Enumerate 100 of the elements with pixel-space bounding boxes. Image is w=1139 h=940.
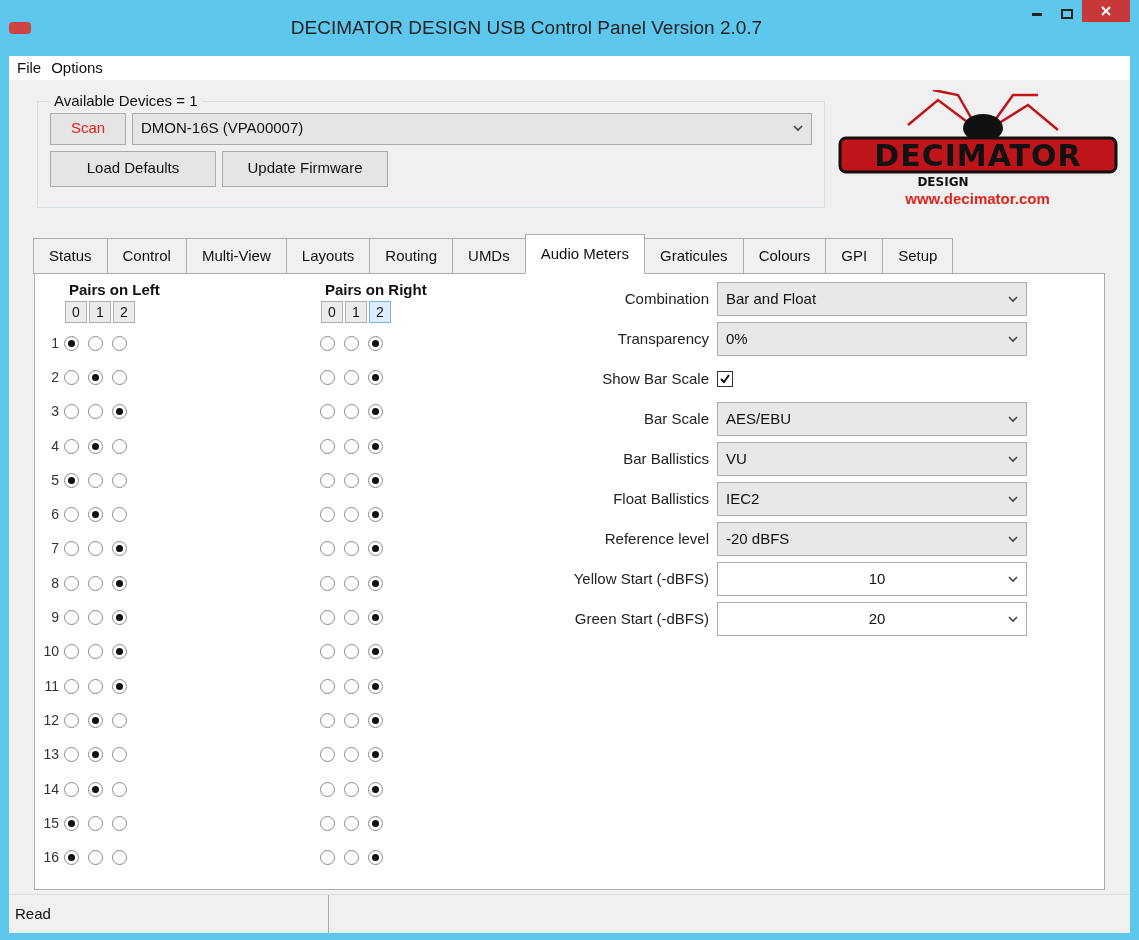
radio-button[interactable]	[367, 507, 383, 523]
radio-button[interactable]	[319, 438, 335, 454]
radio-button[interactable]	[111, 850, 127, 866]
radio-button[interactable]	[367, 712, 383, 728]
radio-button[interactable]	[343, 850, 359, 866]
radio-button[interactable]	[343, 472, 359, 488]
tab[interactable]: Setup	[882, 238, 954, 274]
radio-button[interactable]	[111, 404, 127, 420]
radio-button[interactable]	[87, 815, 103, 831]
pair-header-button[interactable]: 2	[369, 301, 391, 323]
radio-button[interactable]	[63, 438, 79, 454]
radio-button[interactable]	[111, 815, 127, 831]
radio-button[interactable]	[319, 850, 335, 866]
radio-button[interactable]	[63, 507, 79, 523]
radio-button[interactable]	[111, 541, 127, 557]
radio-button[interactable]	[367, 747, 383, 763]
radio-button[interactable]	[343, 369, 359, 385]
radio-button[interactable]	[343, 507, 359, 523]
menu-item[interactable]: Options	[51, 56, 103, 80]
radio-button[interactable]	[343, 335, 359, 351]
radio-button[interactable]	[343, 575, 359, 591]
radio-button[interactable]	[319, 610, 335, 625]
pair-header-button[interactable]: 0	[321, 301, 343, 323]
radio-button[interactable]	[343, 712, 359, 728]
radio-button[interactable]	[319, 747, 335, 763]
radio-button[interactable]	[87, 472, 103, 488]
action-button[interactable]: Load Defaults	[50, 150, 216, 187]
radio-button[interactable]	[111, 644, 127, 660]
radio-button[interactable]	[87, 712, 103, 728]
radio-button[interactable]	[87, 541, 103, 557]
radio-button[interactable]	[111, 438, 127, 454]
dropdown[interactable]: 20	[717, 602, 1027, 636]
radio-button[interactable]	[63, 335, 79, 351]
radio-button[interactable]	[111, 369, 127, 385]
radio-button[interactable]	[367, 781, 383, 797]
radio-button[interactable]	[63, 850, 79, 866]
radio-button[interactable]	[319, 712, 335, 728]
radio-button[interactable]	[63, 747, 79, 763]
radio-button[interactable]	[111, 712, 127, 728]
radio-button[interactable]	[343, 610, 359, 625]
radio-button[interactable]	[111, 781, 127, 797]
radio-button[interactable]	[111, 575, 127, 591]
radio-button[interactable]	[63, 541, 79, 557]
radio-button[interactable]	[87, 507, 103, 523]
radio-button[interactable]	[63, 644, 79, 660]
radio-button[interactable]	[319, 678, 335, 694]
radio-button[interactable]	[63, 404, 79, 420]
radio-button[interactable]	[87, 335, 103, 351]
radio-button[interactable]	[63, 815, 79, 831]
radio-button[interactable]	[343, 747, 359, 763]
radio-button[interactable]	[63, 575, 79, 591]
radio-button[interactable]	[367, 815, 383, 831]
radio-button[interactable]	[87, 438, 103, 454]
radio-button[interactable]	[319, 541, 335, 557]
radio-button[interactable]	[111, 678, 127, 694]
radio-button[interactable]	[343, 438, 359, 454]
radio-button[interactable]	[111, 472, 127, 488]
radio-button[interactable]	[111, 747, 127, 763]
device-dropdown[interactable]: DMON-16S (VPA00007)	[132, 112, 812, 145]
radio-button[interactable]	[111, 610, 127, 625]
dropdown[interactable]: Bar and Float	[717, 282, 1027, 316]
pair-header-button[interactable]: 2	[113, 301, 135, 323]
radio-button[interactable]	[63, 369, 79, 385]
radio-button[interactable]	[319, 815, 335, 831]
menu-item[interactable]: File	[17, 56, 42, 80]
radio-button[interactable]	[87, 369, 103, 385]
dropdown[interactable]: AES/EBU	[717, 402, 1027, 436]
radio-button[interactable]	[87, 610, 103, 625]
radio-button[interactable]	[367, 644, 383, 660]
radio-button[interactable]	[343, 644, 359, 660]
website-link[interactable]: www.decimator.com	[905, 188, 1050, 211]
radio-button[interactable]	[87, 678, 103, 694]
radio-button[interactable]	[63, 678, 79, 694]
radio-button[interactable]	[111, 507, 127, 523]
radio-button[interactable]	[319, 369, 335, 385]
radio-button[interactable]	[367, 541, 383, 557]
dropdown[interactable]: -20 dBFS	[717, 522, 1027, 556]
radio-button[interactable]	[343, 815, 359, 831]
pair-header-button[interactable]: 1	[345, 301, 367, 323]
dropdown[interactable]: 10	[717, 562, 1027, 596]
radio-button[interactable]	[87, 781, 103, 797]
radio-button[interactable]	[319, 404, 335, 420]
radio-button[interactable]	[319, 644, 335, 660]
radio-button[interactable]	[367, 404, 383, 420]
radio-button[interactable]	[87, 644, 103, 660]
action-button[interactable]: Update Firmware	[222, 150, 388, 187]
radio-button[interactable]	[87, 404, 103, 420]
radio-button[interactable]	[319, 507, 335, 523]
radio-button[interactable]	[319, 335, 335, 351]
dropdown[interactable]: IEC2	[717, 482, 1027, 516]
tab[interactable]: Audio Meters	[524, 234, 646, 274]
radio-button[interactable]	[63, 610, 79, 625]
radio-button[interactable]	[87, 575, 103, 591]
radio-button[interactable]	[367, 610, 383, 625]
radio-button[interactable]	[367, 335, 383, 351]
radio-button[interactable]	[343, 541, 359, 557]
pair-header-button[interactable]: 0	[65, 301, 87, 323]
radio-button[interactable]	[343, 678, 359, 694]
radio-button[interactable]	[343, 404, 359, 420]
radio-button[interactable]	[63, 781, 79, 797]
